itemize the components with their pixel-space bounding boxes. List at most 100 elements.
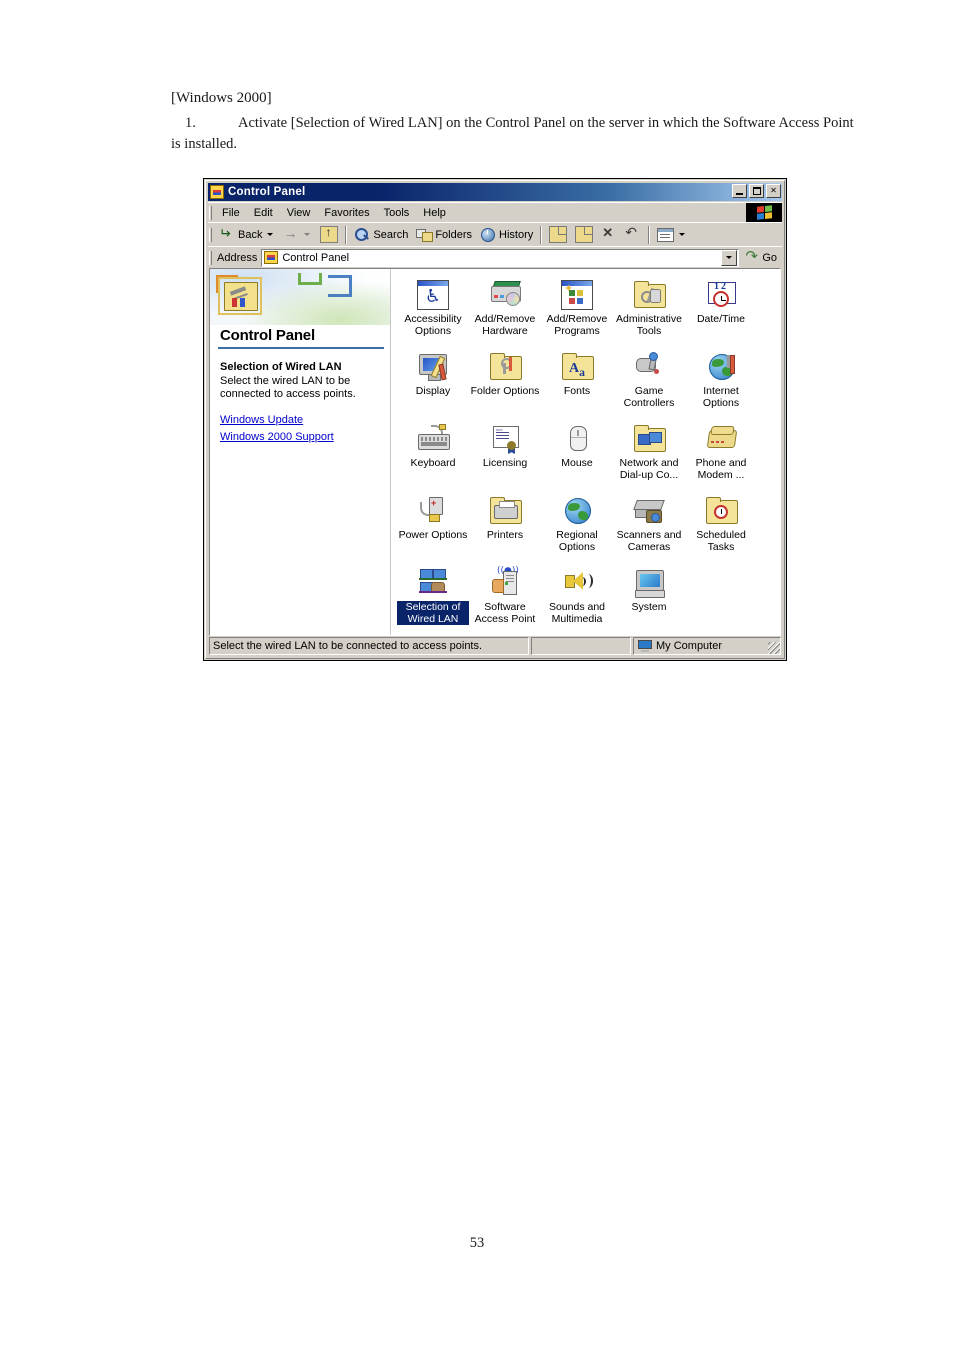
add-remove-hardware-icon <box>489 278 521 310</box>
window-inner-frame: Control Panel ✕ File Edit View Favorites… <box>205 180 785 659</box>
menu-item-edit[interactable]: Edit <box>247 206 280 220</box>
address-label: Address <box>217 251 258 264</box>
status-message: Select the wired LAN to be connected to … <box>209 637 529 655</box>
go-button[interactable]: Go <box>739 247 782 265</box>
cp-item-keyboard[interactable]: Keyboard <box>397 419 469 491</box>
copy-to-icon <box>575 226 594 243</box>
back-button[interactable]: Back <box>215 224 279 245</box>
cp-item-fonts[interactable]: Aa Fonts <box>541 347 613 419</box>
address-grip-handle[interactable] <box>209 250 212 265</box>
cp-item-label: Licensing <box>482 457 528 469</box>
document-section-heading: [Windows 2000] <box>171 90 272 106</box>
cp-item-label: Mouse <box>561 457 593 469</box>
window-client-area: Control Panel Selection of Wired LAN Sel… <box>209 268 781 636</box>
address-dropdown-button[interactable] <box>721 249 738 266</box>
cp-item-system[interactable]: System <box>613 563 685 635</box>
copy-to-button[interactable] <box>571 224 597 245</box>
cp-item-scanners-and-cameras[interactable]: Scanners and Cameras <box>613 491 685 563</box>
sounds-multimedia-icon <box>561 566 593 598</box>
cp-item-label: Add/Remove Hardware <box>474 313 536 337</box>
undo-button[interactable] <box>621 224 645 245</box>
folders-button[interactable]: Folders <box>412 224 476 245</box>
chevron-down-icon <box>726 256 733 259</box>
banner-blue-bracket-icon <box>328 275 352 297</box>
undo-icon <box>625 224 641 242</box>
history-label: History <box>499 228 534 241</box>
menu-item-view[interactable]: View <box>280 206 318 220</box>
cp-item-mouse[interactable]: Mouse <box>541 419 613 491</box>
cp-item-sounds-and-multimedia[interactable]: Sounds and Multimedia <box>541 563 613 635</box>
link-windows-update[interactable]: Windows Update <box>220 414 380 426</box>
cp-item-label: Printers <box>486 529 524 541</box>
cp-item-game-controllers[interactable]: Game Controllers <box>613 347 685 419</box>
maximize-button[interactable] <box>749 184 764 198</box>
delete-button[interactable] <box>597 224 621 245</box>
cp-item-label: Date/Time <box>696 313 746 325</box>
cp-item-accessibility-options[interactable]: ♿ Accessibility Options <box>397 275 469 347</box>
back-dropdown-icon[interactable] <box>267 233 274 236</box>
left-pane-banner <box>210 269 390 325</box>
menu-item-file[interactable]: File <box>215 206 247 220</box>
cp-item-label: Network and Dial-up Co... <box>619 457 679 481</box>
selected-item-description: Select the wired LAN to be connected to … <box>220 374 356 401</box>
up-folder-icon <box>320 225 339 243</box>
folders-icon <box>416 227 434 242</box>
close-button[interactable]: ✕ <box>766 184 781 198</box>
resize-grip[interactable] <box>768 642 780 654</box>
cp-item-internet-options[interactable]: Internet Options <box>685 347 757 419</box>
cp-item-add-remove-hardware[interactable]: Add/Remove Hardware <box>469 275 541 347</box>
address-input[interactable]: Control Panel <box>261 248 740 267</box>
cp-item-label: Regional Options <box>556 529 598 553</box>
status-zone-pane: My Computer <box>633 637 781 655</box>
search-button[interactable]: Search <box>350 224 412 245</box>
control-panel-window: Control Panel ✕ File Edit View Favorites… <box>203 178 787 661</box>
views-dropdown-icon[interactable] <box>679 233 686 236</box>
cp-item-display[interactable]: Display <box>397 347 469 419</box>
views-button[interactable] <box>653 224 691 245</box>
menu-bar: File Edit View Favorites Tools Help <box>208 202 782 222</box>
cp-item-label: Accessibility Options <box>404 313 462 337</box>
menu-grip-handle[interactable] <box>209 205 212 220</box>
menu-item-favorites[interactable]: Favorites <box>317 206 376 220</box>
left-pane-title: Control Panel <box>220 327 315 344</box>
cp-item-network-and-dialup[interactable]: Network and Dial-up Co... <box>613 419 685 491</box>
menu-item-tools[interactable]: Tools <box>377 206 417 220</box>
windows-logo-button[interactable] <box>746 203 782 222</box>
cp-item-selection-of-wired-lan[interactable]: Selection of Wired LAN <box>397 563 469 635</box>
step-text: Activate [Selection of Wired LAN] on the… <box>171 115 854 152</box>
left-pane-links: Windows Update Windows 2000 Support <box>210 402 390 443</box>
cp-item-folder-options[interactable]: Folder Options <box>469 347 541 419</box>
forward-dropdown-icon[interactable] <box>304 233 311 236</box>
forward-button[interactable] <box>279 224 316 245</box>
add-remove-programs-icon: ✦ <box>561 278 593 310</box>
cp-item-date-time[interactable]: 12 Date/Time <box>685 275 757 347</box>
status-zone-label: My Computer <box>656 640 723 652</box>
cp-item-phone-and-modem[interactable]: Phone and Modem ... <box>685 419 757 491</box>
cp-item-licensing[interactable]: ≈≈ Licensing <box>469 419 541 491</box>
regional-options-icon <box>561 494 593 526</box>
keyboard-icon <box>417 422 450 454</box>
cp-item-power-options[interactable]: + Power Options <box>397 491 469 563</box>
cp-item-software-access-point[interactable]: ((●)) Software Access Point <box>469 563 541 635</box>
cp-item-label: Folder Options <box>470 385 540 397</box>
menu-item-help[interactable]: Help <box>416 206 453 220</box>
printers-icon <box>489 494 522 526</box>
cp-item-label: Game Controllers <box>623 385 675 409</box>
search-icon <box>354 227 370 242</box>
minimize-button[interactable] <box>732 184 747 198</box>
address-bar: Address Control Panel Go <box>208 246 782 268</box>
history-button[interactable]: History <box>476 224 537 245</box>
cp-item-scheduled-tasks[interactable]: Scheduled Tasks <box>685 491 757 563</box>
move-to-button[interactable] <box>545 224 571 245</box>
toolbar-grip-handle[interactable] <box>209 227 212 242</box>
window-titlebar[interactable]: Control Panel ✕ <box>208 183 782 201</box>
link-windows-2000-support[interactable]: Windows 2000 Support <box>220 431 380 443</box>
cp-item-administrative-tools[interactable]: Administrative Tools <box>613 275 685 347</box>
control-panel-icon <box>210 185 224 199</box>
cp-item-add-remove-programs[interactable]: ✦ Add/Remove Programs <box>541 275 613 347</box>
up-button[interactable] <box>316 224 342 245</box>
cp-item-label: Keyboard <box>410 457 456 469</box>
cp-item-label: Display <box>415 385 451 397</box>
cp-item-regional-options[interactable]: Regional Options <box>541 491 613 563</box>
cp-item-printers[interactable]: Printers <box>469 491 541 563</box>
